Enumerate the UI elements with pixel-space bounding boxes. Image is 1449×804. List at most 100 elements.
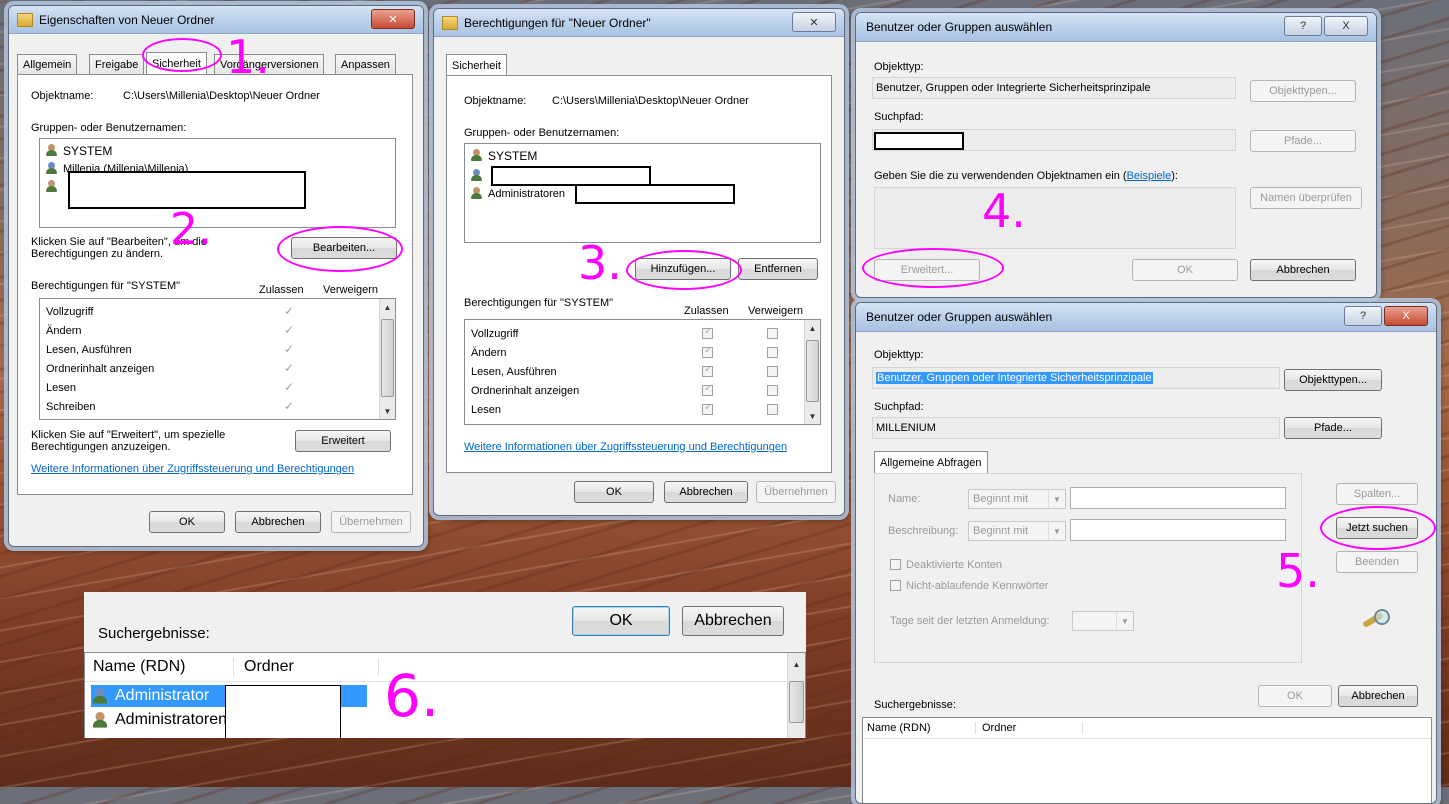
results-list[interactable]: Name (RDN) Ordner Administrator Administ… <box>84 652 806 738</box>
permission-row: Schreiben <box>46 400 96 413</box>
properties-titlebar[interactable]: Eigenschaften von Neuer Ordner ✕ <box>9 6 423 34</box>
ok-button[interactable]: OK <box>149 511 225 533</box>
select-users-titlebar[interactable]: Benutzer oder Gruppen auswählen ? X <box>856 303 1436 332</box>
allow-check-icon: ✓ <box>284 342 295 356</box>
deny-checkbox[interactable] <box>767 404 778 415</box>
list-item[interactable]: Administratoren <box>471 184 565 203</box>
list-item[interactable] <box>46 177 63 196</box>
stop-button[interactable]: Beenden <box>1336 551 1418 573</box>
object-names-textarea[interactable] <box>874 187 1236 249</box>
deny-checkbox[interactable] <box>767 366 778 377</box>
select-users-window-expanded: Benutzer oder Gruppen auswählen ? X Obje… <box>855 302 1437 804</box>
columns-button[interactable]: Spalten... <box>1336 483 1418 505</box>
scroll-thumb[interactable] <box>381 319 394 397</box>
users-list[interactable]: SYSTEM Administratoren <box>464 143 821 243</box>
allow-header: Zulassen <box>684 305 729 317</box>
scroll-thumb[interactable] <box>806 340 819 402</box>
help-icon[interactable]: ? <box>1344 306 1382 326</box>
permission-row: Lesen <box>46 381 76 394</box>
col-folder-header[interactable]: Ordner <box>234 658 379 676</box>
deny-checkbox[interactable] <box>767 385 778 396</box>
permissions-scrollbar[interactable]: ▲ ▼ <box>804 320 820 424</box>
tab-freigabe[interactable]: Freigabe <box>89 54 145 74</box>
ok-button[interactable]: OK <box>574 481 654 503</box>
name-mode-combo[interactable]: Beginnt mit ▼ <box>968 489 1066 509</box>
scroll-down-icon[interactable]: ▼ <box>380 403 395 419</box>
list-item[interactable] <box>471 166 488 185</box>
tab-anpassen[interactable]: Anpassen <box>335 54 396 74</box>
close-icon[interactable]: ✕ <box>371 9 415 29</box>
examples-link[interactable]: Beispiele <box>1127 170 1172 182</box>
allow-checkbox[interactable] <box>702 402 713 415</box>
name-input[interactable] <box>1070 487 1286 509</box>
permission-row: Lesen, Ausführen <box>471 365 557 378</box>
permissions-titlebar[interactable]: Berechtigungen für "Neuer Ordner" ✕ <box>434 9 844 37</box>
redaction-box <box>491 166 651 186</box>
close-icon[interactable]: X <box>1324 16 1368 36</box>
tab-sicherheit[interactable]: Sicherheit <box>446 54 507 76</box>
scroll-up-icon[interactable]: ▲ <box>805 320 820 336</box>
ok-button[interactable]: OK <box>1132 259 1238 281</box>
help-icon[interactable]: ? <box>1284 16 1322 36</box>
group-icon <box>46 144 60 157</box>
days-combo[interactable]: ▼ <box>1072 611 1134 631</box>
group-icon <box>471 187 485 200</box>
non-expiring-checkbox[interactable] <box>890 580 901 591</box>
deny-checkbox[interactable] <box>767 328 778 339</box>
remove-button[interactable]: Entfernen <box>738 258 818 280</box>
col-folder-header[interactable]: Ordner <box>976 722 1083 734</box>
col-name-header[interactable]: Name (RDN) <box>863 722 976 734</box>
scroll-up-icon[interactable]: ▲ <box>380 299 395 315</box>
allow-checkbox[interactable] <box>702 345 713 358</box>
info-link[interactable]: Weitere Informationen über Zugriffssteue… <box>464 441 787 453</box>
scroll-thumb[interactable] <box>789 681 804 723</box>
chevron-down-icon: ▼ <box>1048 490 1065 508</box>
allow-checkbox[interactable] <box>702 326 713 339</box>
annotation-circle <box>862 248 1004 288</box>
cancel-button[interactable]: Abbrechen <box>1338 685 1418 707</box>
scroll-down-icon[interactable]: ▼ <box>805 408 820 424</box>
allow-check-icon: ✓ <box>284 399 295 413</box>
description-mode-combo[interactable]: Beginnt mit ▼ <box>968 521 1066 541</box>
search-path-field: MILLENIUM <box>872 417 1280 439</box>
tab-allgemein[interactable]: Allgemein <box>17 54 78 74</box>
cancel-button[interactable]: Abbrechen <box>235 511 321 533</box>
deny-checkbox[interactable] <box>767 347 778 358</box>
allow-checkbox[interactable] <box>702 364 713 377</box>
object-types-button[interactable]: Objekttypen... <box>1250 80 1356 102</box>
properties-window: Eigenschaften von Neuer Ordner ✕ Allgeme… <box>8 5 424 547</box>
cancel-button[interactable]: Abbrechen <box>1250 259 1356 281</box>
groups-label: Gruppen- oder Benutzernamen: <box>464 127 620 139</box>
close-icon[interactable]: X <box>1384 306 1428 326</box>
paths-button[interactable]: Pfade... <box>1284 417 1382 439</box>
apply-button[interactable]: Übernehmen <box>331 511 411 533</box>
list-item[interactable]: SYSTEM <box>471 146 537 165</box>
results-list[interactable]: Name (RDN) Ordner <box>862 717 1432 803</box>
cancel-button[interactable]: Abbrechen <box>664 481 748 503</box>
annotation-step: 3. <box>578 236 622 290</box>
results-scrollbar[interactable]: ▲ <box>787 653 805 738</box>
close-icon[interactable]: ✕ <box>792 12 836 32</box>
select-users-titlebar[interactable]: Benutzer oder Gruppen auswählen ? X <box>856 13 1376 42</box>
permissions-list[interactable]: Vollzugriff Ändern Lesen, Ausführen Ordn… <box>464 319 821 425</box>
list-item[interactable]: SYSTEM <box>46 141 112 160</box>
select-users-title: Benutzer oder Gruppen auswählen <box>866 20 1053 34</box>
info-link[interactable]: Weitere Informationen über Zugriffssteue… <box>31 463 354 475</box>
paths-button[interactable]: Pfade... <box>1250 130 1356 152</box>
permissions-list[interactable]: Vollzugriff Ändern Lesen, Ausführen Ordn… <box>39 298 396 420</box>
scroll-up-icon[interactable]: ▲ <box>788 653 805 675</box>
disabled-accounts-checkbox[interactable] <box>890 559 901 570</box>
ok-button[interactable]: OK <box>572 606 670 636</box>
col-name-header[interactable]: Name (RDN) <box>85 658 234 676</box>
permissions-scrollbar[interactable]: ▲ ▼ <box>379 299 395 419</box>
description-input[interactable] <box>1070 519 1286 541</box>
object-types-button[interactable]: Objekttypen... <box>1284 369 1382 391</box>
cancel-button[interactable]: Abbrechen <box>682 606 784 636</box>
advanced-button[interactable]: Erweitert <box>295 430 391 452</box>
ok-button[interactable]: OK <box>1258 685 1332 707</box>
tab-allgemeine-abfragen[interactable]: Allgemeine Abfragen <box>874 451 988 473</box>
allow-checkbox[interactable] <box>702 383 713 396</box>
users-list[interactable]: SYSTEM Millenia (Millenia\Millenia) <box>39 138 396 228</box>
check-names-button[interactable]: Namen überprüfen <box>1250 187 1362 209</box>
apply-button[interactable]: Übernehmen <box>756 481 836 503</box>
